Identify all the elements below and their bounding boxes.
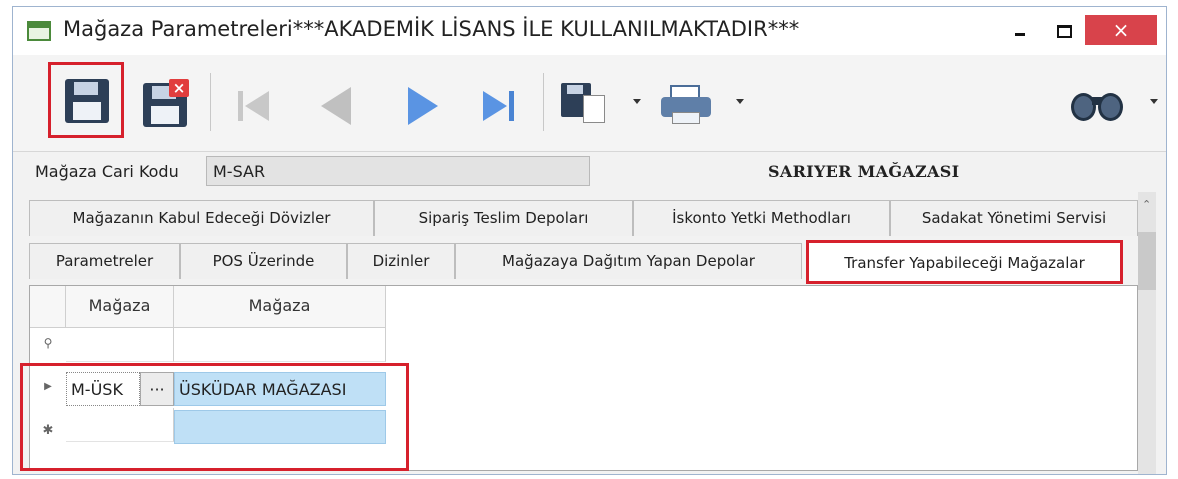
delete-record-button[interactable]: × — [135, 75, 195, 135]
find-dropdown-arrow[interactable] — [1150, 99, 1158, 104]
delete-x-icon: × — [169, 79, 189, 97]
column-header-store-code[interactable]: Mağaza — [66, 286, 174, 328]
scroll-up-icon[interactable]: ⌃ — [1142, 199, 1151, 210]
next-record-button[interactable] — [408, 87, 438, 125]
window-form-icon — [27, 21, 51, 41]
row-indicator-header — [30, 286, 66, 328]
filter-row-icon: ⚲ — [43, 336, 53, 350]
export-dropdown-arrow[interactable] — [633, 99, 641, 104]
store-name: SARIYER MAĞAZASI — [768, 162, 960, 181]
tab-transfer-stores[interactable]: Transfer Yapabileceği Mağazalar — [806, 240, 1123, 284]
save-icon — [65, 79, 109, 123]
close-button[interactable]: × — [1085, 15, 1157, 45]
previous-record-button[interactable] — [321, 87, 351, 125]
minimize-button[interactable] — [998, 15, 1042, 45]
tab-indexes[interactable]: Dizinler — [347, 243, 455, 279]
tab-discount-authorization[interactable]: İskonto Yetki Methodları — [633, 200, 890, 236]
last-record-button[interactable] — [483, 91, 507, 121]
first-record-button[interactable] — [245, 91, 269, 121]
vertical-scrollbar[interactable]: ⌃ — [1138, 192, 1156, 474]
tab-accepted-currencies[interactable]: Mağazanın Kabul Edeceği Dövizler — [29, 200, 374, 236]
scrollbar-thumb[interactable] — [1138, 232, 1156, 290]
window-title: Mağaza Parametreleri***AKADEMİK LİSANS İ… — [63, 17, 800, 41]
filter-cell-store-name[interactable] — [174, 328, 386, 362]
toolbar-separator — [210, 73, 211, 131]
last-record-bar-icon — [509, 91, 514, 121]
tab-loyalty-service[interactable]: Sadakat Yönetimi Servisi — [890, 200, 1138, 236]
store-info-row: Mağaza Cari Kodu M-SAR SARIYER MAĞAZASI — [13, 152, 1166, 192]
maximize-button[interactable] — [1041, 15, 1085, 45]
binoculars-icon — [1098, 93, 1123, 121]
first-record-bar-icon — [238, 91, 243, 121]
tab-parameters[interactable]: Parametreler — [29, 243, 180, 279]
tab-on-pos[interactable]: POS Üzerinde — [180, 243, 347, 279]
tab-order-delivery-depots[interactable]: Sipariş Teslim Depoları — [374, 200, 633, 236]
save-button[interactable] — [48, 62, 124, 138]
print-button[interactable] — [661, 85, 711, 125]
print-dropdown-arrow[interactable] — [736, 99, 744, 104]
printer-output-icon — [672, 112, 700, 124]
grid-rows-highlight — [20, 363, 409, 471]
export-page-icon — [583, 95, 605, 123]
column-header-store-name[interactable]: Mağaza — [174, 286, 386, 328]
export-button[interactable] — [561, 83, 605, 123]
store-code-field[interactable]: M-SAR — [206, 156, 590, 186]
toolbar-separator — [543, 73, 544, 131]
toolbar: × — [13, 55, 1166, 152]
tab-distributing-depots[interactable]: Mağazaya Dağıtım Yapan Depolar — [455, 243, 802, 279]
title-bar: Mağaza Parametreleri***AKADEMİK LİSANS İ… — [13, 7, 1166, 55]
store-code-label: Mağaza Cari Kodu — [35, 162, 179, 181]
find-button[interactable] — [1071, 83, 1125, 125]
filter-cell-store-code[interactable] — [66, 328, 174, 362]
